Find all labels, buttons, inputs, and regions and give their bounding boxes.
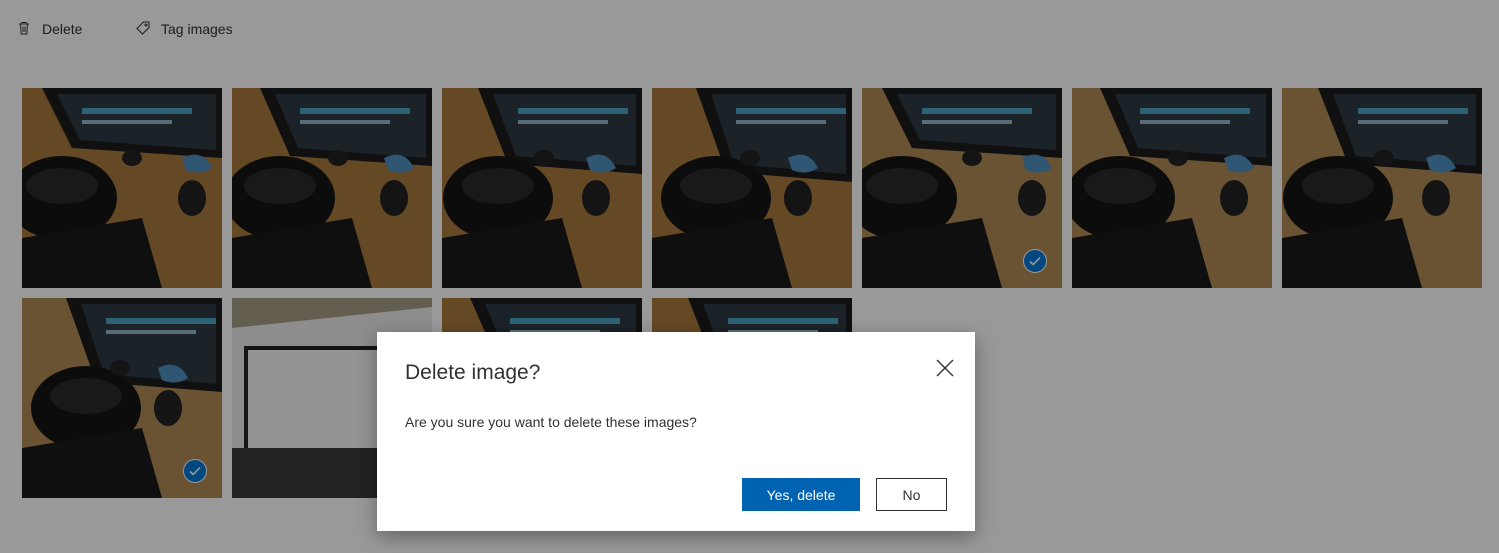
yes-delete-button[interactable]: Yes, delete <box>742 478 860 511</box>
dialog-title: Delete image? <box>405 361 541 384</box>
no-button[interactable]: No <box>876 478 947 511</box>
close-icon <box>936 359 954 382</box>
delete-confirmation-dialog: Delete image? Are you sure you want to d… <box>377 332 975 531</box>
close-button[interactable] <box>933 358 957 382</box>
dialog-message: Are you sure you want to delete these im… <box>405 414 697 430</box>
